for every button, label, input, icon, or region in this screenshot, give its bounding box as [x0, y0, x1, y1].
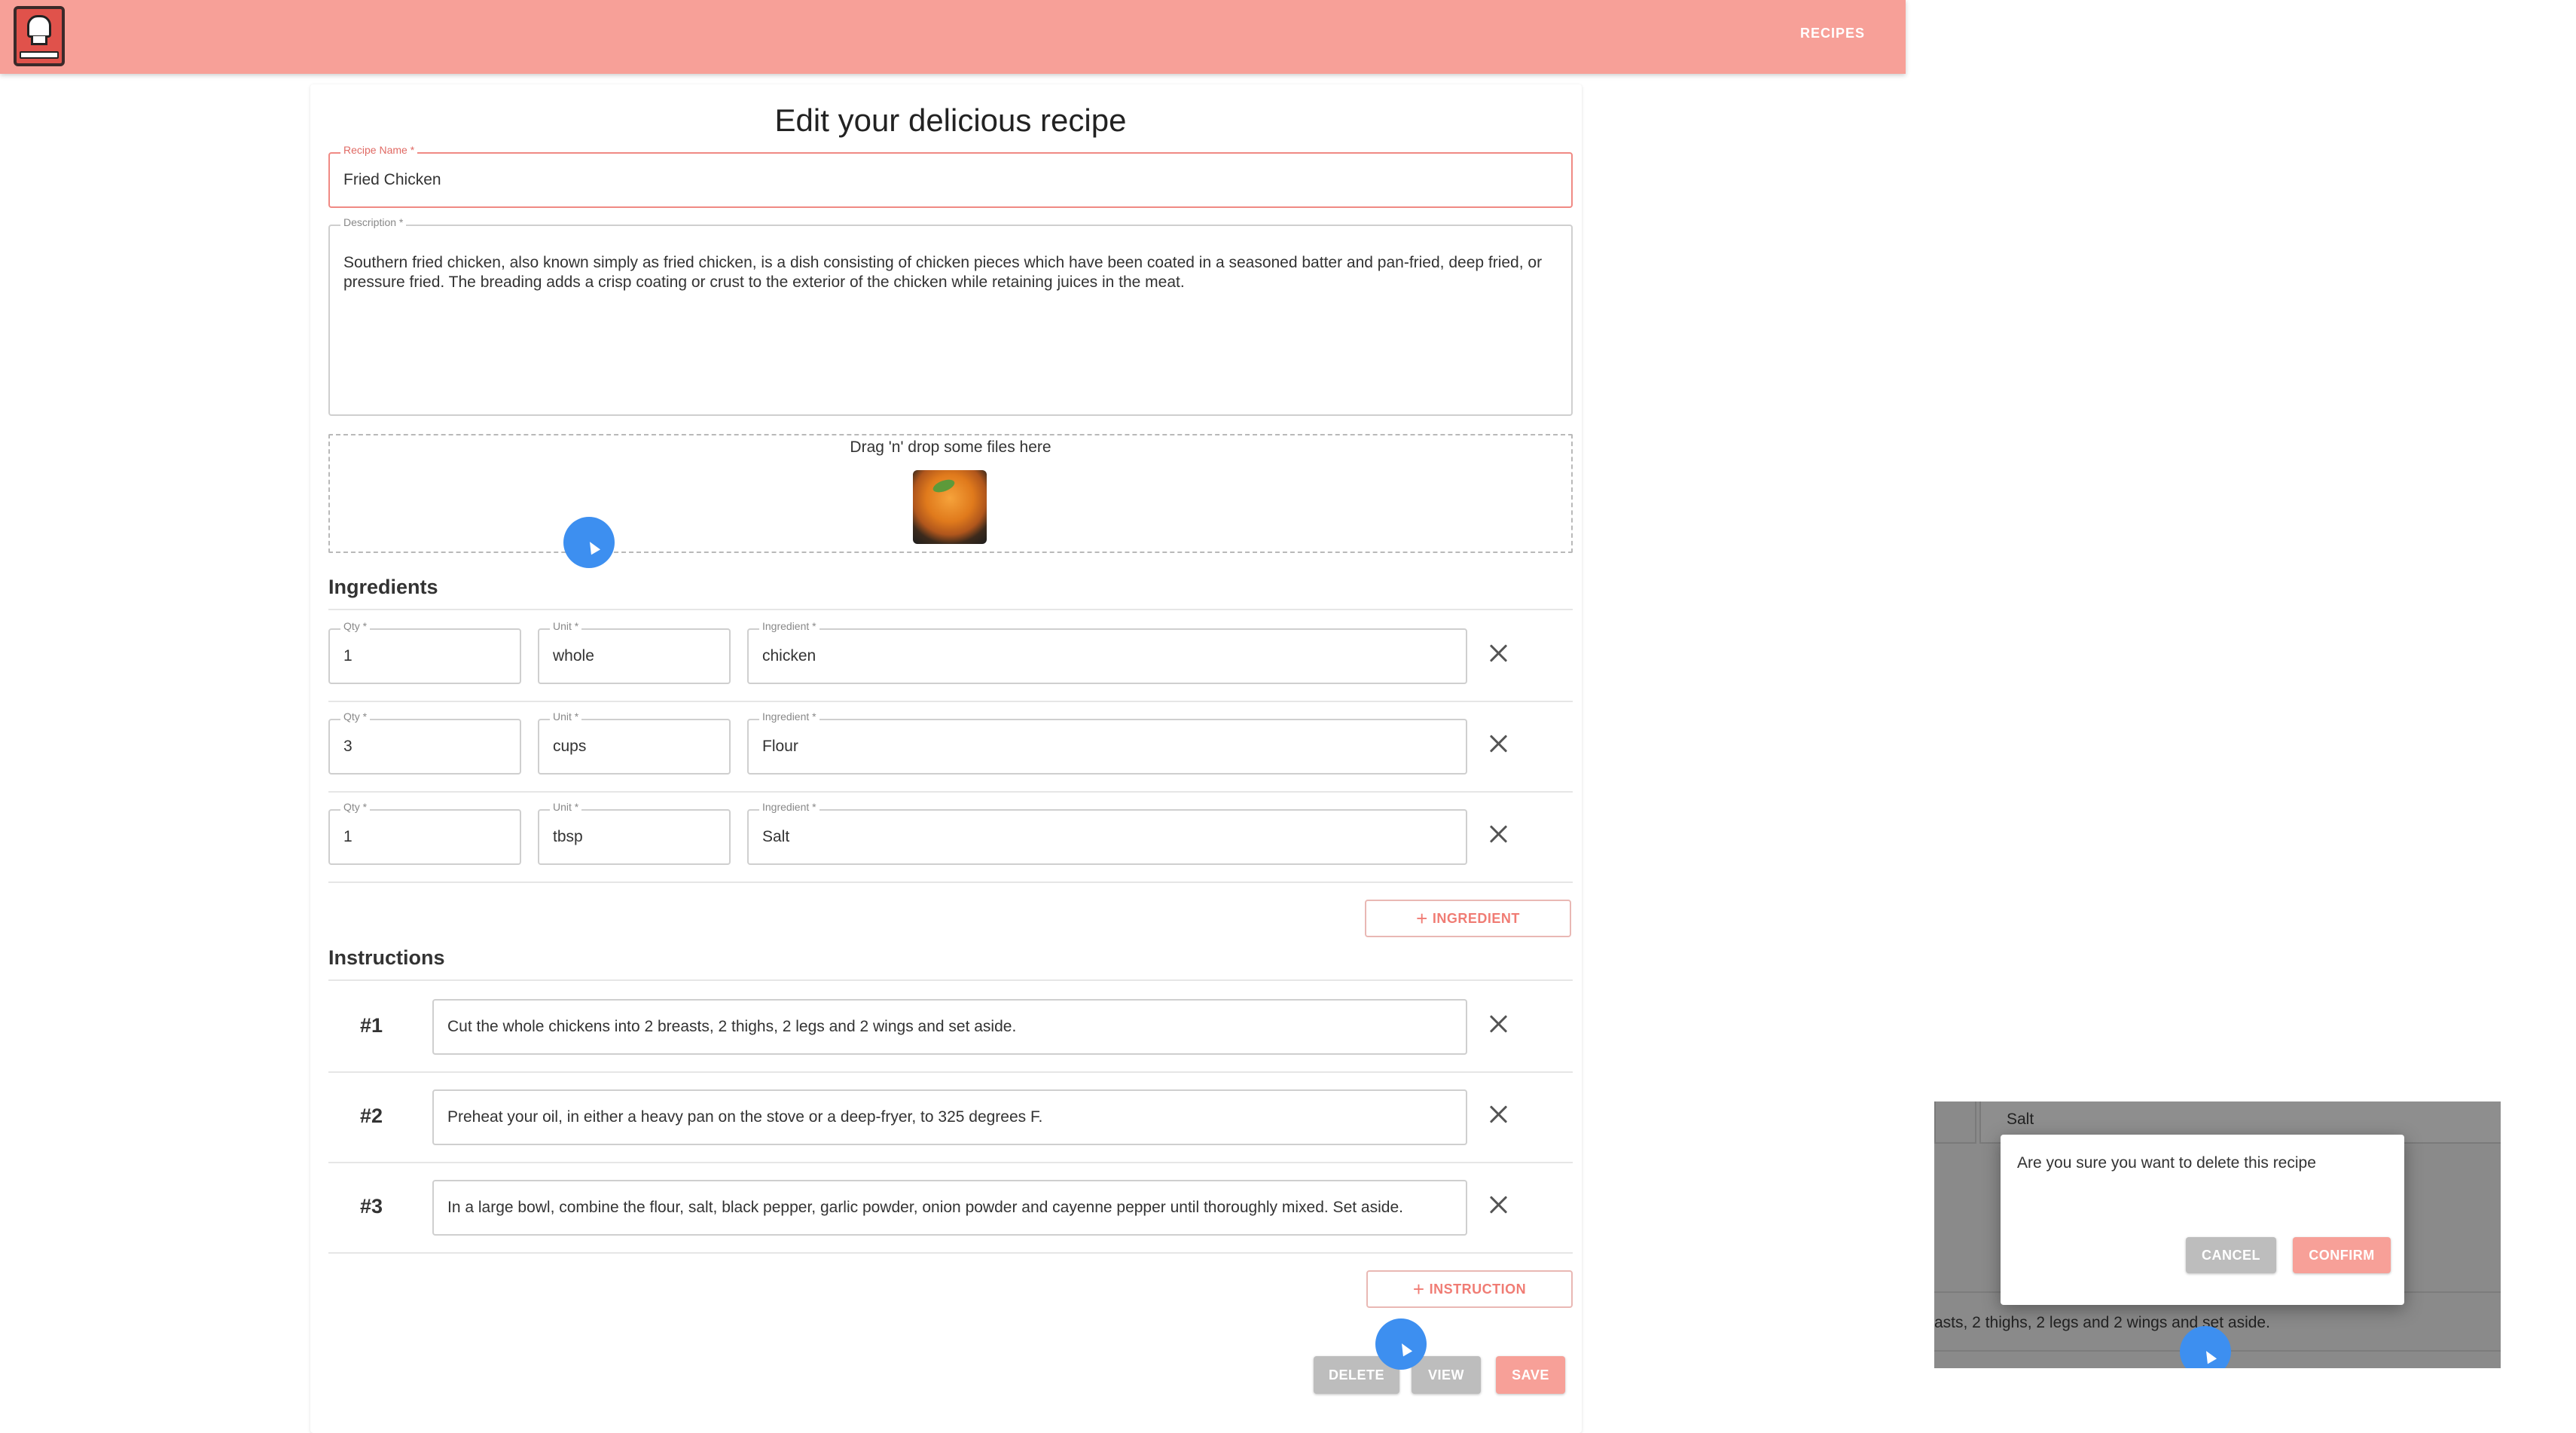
unit-value[interactable]: whole — [553, 647, 594, 665]
unit-label: Unit * — [550, 620, 582, 632]
qty-label: Qty * — [340, 801, 371, 813]
cursor-icon — [563, 517, 615, 568]
app-bar — [0, 0, 1906, 74]
remove-instruction-icon[interactable] — [1485, 1011, 1511, 1037]
nav-recipes-link[interactable]: RECIPES — [1800, 26, 1865, 41]
recipe-image-thumbnail[interactable] — [913, 470, 987, 544]
ingredient-label: Ingredient * — [759, 801, 819, 813]
add-instruction-button[interactable]: + INSTRUCTION — [1366, 1270, 1573, 1308]
recipe-name-label: Recipe Name * — [340, 144, 418, 156]
instruction-field[interactable]: Cut the whole chickens into 2 breasts, 2… — [432, 999, 1467, 1055]
instruction-field[interactable]: In a large bowl, combine the flour, salt… — [432, 1180, 1467, 1236]
ingredients-divider — [328, 609, 1573, 610]
recipe-name-value[interactable]: Fried Chicken — [343, 171, 441, 189]
ingredient-name-field[interactable]: Ingredient * Salt — [747, 801, 1467, 865]
background-ingredient-value: Salt — [2007, 1111, 2034, 1128]
chef-hat-icon — [27, 15, 51, 38]
plus-icon: + — [1412, 1278, 1425, 1300]
qty-value[interactable]: 1 — [343, 828, 353, 846]
step-number: #2 — [360, 1105, 383, 1127]
ingredient-qty-field[interactable]: Qty * 3 — [328, 710, 521, 775]
page-title-text: Edit your delicious recipe — [774, 102, 1127, 138]
delete-confirm-overlay: Salt asts, 2 thighs, 2 legs and 2 wings … — [1934, 1101, 2501, 1368]
remove-ingredient-icon[interactable] — [1485, 821, 1511, 847]
instruction-value[interactable]: Preheat your oil, in either a heavy pan … — [447, 1108, 1042, 1126]
description-label: Description * — [340, 216, 407, 228]
ingredient-value[interactable]: chicken — [762, 647, 816, 665]
ingredient-qty-field[interactable]: Qty * 1 — [328, 801, 521, 865]
instruction-value[interactable]: In a large bowl, combine the flour, salt… — [447, 1199, 1403, 1217]
instruction-field[interactable]: Preheat your oil, in either a heavy pan … — [432, 1089, 1467, 1145]
cursor-icon — [2180, 1326, 2231, 1368]
qty-value[interactable]: 3 — [343, 738, 353, 756]
unit-label: Unit * — [550, 801, 582, 813]
garnish-leaf — [931, 477, 957, 495]
unit-value[interactable]: tbsp — [553, 828, 583, 846]
row-divider — [328, 1162, 1573, 1163]
row-divider — [328, 701, 1573, 702]
row-divider — [328, 1252, 1573, 1254]
ingredient-value[interactable]: Salt — [762, 828, 789, 846]
save-button[interactable]: SAVE — [1496, 1356, 1565, 1394]
qty-label: Qty * — [340, 620, 371, 632]
dropzone-text-span: Drag 'n' drop some files here — [850, 438, 1051, 456]
chef-hat-band — [31, 36, 47, 45]
remove-ingredient-icon[interactable] — [1485, 731, 1511, 756]
ingredient-name-field[interactable]: Ingredient * Flour — [747, 710, 1467, 775]
remove-ingredient-icon[interactable] — [1485, 640, 1511, 666]
ingredient-unit-field[interactable]: Unit * whole — [538, 620, 731, 684]
background-field — [1934, 1101, 1976, 1144]
plus-icon: + — [1416, 907, 1428, 930]
book-spine — [20, 51, 59, 59]
cancel-button[interactable]: CANCEL — [2186, 1237, 2276, 1273]
instructions-heading: Instructions — [328, 946, 445, 969]
row-divider — [328, 791, 1573, 793]
unit-value[interactable]: cups — [553, 738, 586, 756]
add-ingredient-button[interactable]: + INGREDIENT — [1365, 900, 1571, 937]
ingredient-unit-field[interactable]: Unit * cups — [538, 710, 731, 775]
ingredient-qty-field[interactable]: Qty * 1 — [328, 620, 521, 684]
ingredient-label: Ingredient * — [759, 620, 819, 632]
instruction-value[interactable]: Cut the whole chickens into 2 breasts, 2… — [447, 1018, 1016, 1036]
description-value[interactable]: Southern fried chicken, also known simpl… — [343, 253, 1558, 292]
dialog-message: Are you sure you want to delete this rec… — [2017, 1154, 2316, 1172]
ingredient-unit-field[interactable]: Unit * tbsp — [538, 801, 731, 865]
row-divider — [328, 881, 1573, 883]
recipe-name-field[interactable]: Recipe Name * Fried Chicken — [328, 144, 1573, 208]
remove-instruction-icon[interactable] — [1485, 1101, 1511, 1127]
qty-label: Qty * — [340, 710, 371, 723]
recipe-book-logo-icon[interactable] — [14, 6, 65, 66]
remove-instruction-icon[interactable] — [1485, 1192, 1511, 1218]
description-field[interactable]: Description * Southern fried chicken, al… — [328, 216, 1573, 416]
view-button[interactable]: VIEW — [1412, 1356, 1481, 1394]
ingredient-label: Ingredient * — [759, 710, 819, 723]
step-number: #1 — [360, 1014, 383, 1037]
background-instruction-text: asts, 2 thighs, 2 legs and 2 wings and s… — [1934, 1314, 2270, 1331]
unit-label: Unit * — [550, 710, 582, 723]
row-divider — [328, 1071, 1573, 1073]
confirm-button[interactable]: CONFIRM — [2293, 1237, 2391, 1273]
ingredients-heading: Ingredients — [328, 576, 438, 598]
ingredient-name-field[interactable]: Ingredient * chicken — [747, 620, 1467, 684]
add-instruction-label: INSTRUCTION — [1429, 1281, 1527, 1297]
qty-value[interactable]: 1 — [343, 647, 353, 665]
add-ingredient-label: INGREDIENT — [1432, 910, 1520, 926]
cursor-icon — [1375, 1318, 1427, 1370]
step-number: #3 — [360, 1195, 383, 1218]
confirm-dialog: Are you sure you want to delete this rec… — [2001, 1135, 2404, 1305]
ingredient-value[interactable]: Flour — [762, 738, 798, 756]
instructions-divider — [328, 979, 1573, 981]
